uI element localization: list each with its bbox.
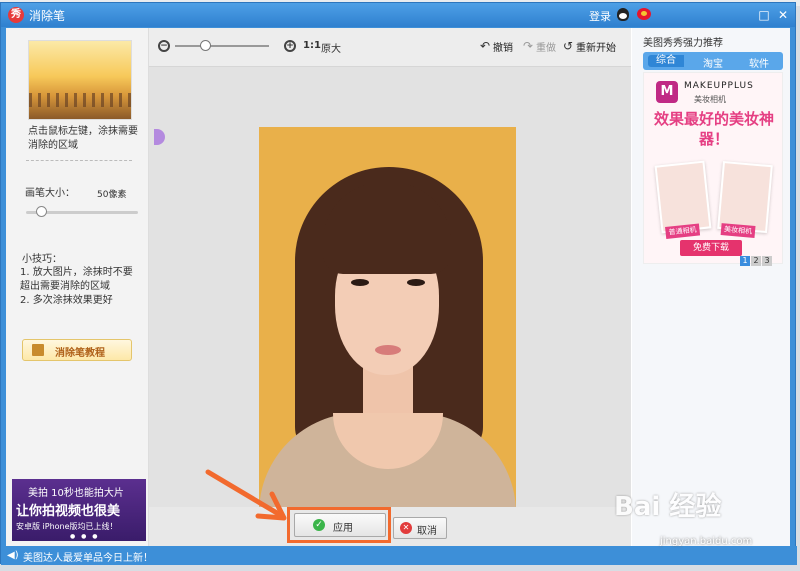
eraser-window: 秀 消除笔 登录 □ ✕ 点击鼠标左键，涂抹需要消除的区域 画笔大小： 50像素… (0, 2, 797, 565)
redo-icon[interactable]: ↷ (523, 39, 533, 53)
pointer-arrow (205, 469, 287, 521)
zoom-slider[interactable] (175, 45, 269, 47)
brush-size-slider-handle[interactable] (36, 206, 48, 217)
status-bar: ◀) 美图达人最爱单品今日上新！ (1, 546, 797, 565)
zoom-in-icon[interactable]: + (284, 40, 296, 52)
ad-page-1[interactable]: 1 (740, 256, 750, 266)
ad-page-3[interactable]: 3 (762, 256, 772, 266)
cancel-label: 取消 (417, 526, 437, 537)
content-area: 点击鼠标左键，涂抹需要消除的区域 画笔大小： 50像素 小技巧： 1. 放大图片… (6, 28, 790, 546)
speaker-icon: ◀) (7, 550, 19, 561)
divider (26, 160, 132, 161)
cancel-button[interactable]: ✕ 取消 (393, 517, 447, 539)
recommend-title: 美图秀秀强力推荐 (643, 38, 723, 49)
ad-photo-before: 普通相机 (654, 160, 712, 239)
qq-icon[interactable] (617, 8, 629, 21)
apply-label: 应用 (333, 523, 353, 534)
tab-taobao[interactable]: 淘宝 (703, 55, 723, 70)
book-icon (32, 344, 44, 356)
reset-icon[interactable]: ↺ (563, 39, 573, 53)
makeupplus-ad[interactable]: M MAKEUPPLUS 美妆相机 效果最好的美妆神器！ 普通相机 美妆相机 免… (643, 72, 783, 264)
ad-page-2[interactable]: 2 (751, 256, 761, 266)
photo-eye (351, 279, 369, 286)
actual-size-button[interactable]: 原大 (321, 40, 341, 55)
recommend-tabs: 综合 淘宝 软件 (643, 52, 783, 70)
maximize-icon[interactable]: □ (757, 8, 771, 22)
window-title: 消除笔 (29, 9, 66, 23)
banner-line1: 美拍 10秒也能拍大片 (28, 488, 124, 499)
actual-size-ratio[interactable]: 1:1 (303, 40, 321, 51)
ad-brand: MAKEUPPLUS (684, 81, 754, 91)
toolbar: − + 1:1 原大 ↶ 撤销 ↷ 重做 ↺ 重新开始 (149, 28, 631, 67)
title-bar: 秀 消除笔 登录 □ ✕ (1, 3, 795, 27)
reset-button[interactable]: 重新开始 (576, 39, 616, 54)
ad-photo-after: 美妆相机 (717, 160, 773, 238)
tutorial-label: 消除笔教程 (55, 348, 105, 359)
brush-size-label: 画笔大小： (25, 188, 75, 199)
zoom-slider-handle[interactable] (199, 40, 211, 51)
meitu-app-icon: 秀 (8, 7, 24, 23)
right-panel: 美图秀秀强力推荐 综合 淘宝 软件 M MAKEUPPLUS 美妆相机 效果最好… (632, 28, 790, 546)
check-icon: ✓ (313, 519, 325, 531)
free-download-button[interactable]: 免费下载 (680, 240, 742, 256)
apply-button[interactable]: ✓ 应用 (294, 513, 386, 537)
photo-lips (375, 345, 401, 355)
login-link[interactable]: 登录 (589, 8, 611, 24)
eraser-tutorial-button[interactable]: 消除笔教程 (22, 339, 132, 361)
side-expand-tab[interactable] (154, 129, 165, 145)
brush-size-value: 50像素 (97, 190, 127, 200)
edit-canvas[interactable] (149, 67, 631, 513)
ad-tag-after: 美妆相机 (720, 223, 756, 238)
ad-tag-before: 普通相机 (665, 223, 701, 239)
tab-general[interactable]: 综合 (648, 55, 684, 67)
tips-title: 小技巧： (22, 254, 62, 265)
undo-button[interactable]: 撤销 (493, 39, 513, 54)
ad-pager: 123 (739, 253, 772, 266)
portrait-photo[interactable] (259, 127, 516, 513)
close-icon[interactable]: ✕ (776, 8, 790, 22)
tip-item: 1. 放大图片，涂抹时不要超出需要消除的区域 (20, 267, 133, 292)
cancel-x-icon: ✕ (400, 522, 412, 534)
meipai-banner-ad[interactable]: 美拍 10秒也能拍大片 让你拍视频也很美 安卓版 iPhone版均已上线！ ● … (12, 479, 146, 541)
weibo-icon[interactable] (637, 8, 651, 20)
left-panel: 点击鼠标左键，涂抹需要消除的区域 画笔大小： 50像素 小技巧： 1. 放大图片… (6, 28, 149, 546)
photo-eye (407, 279, 425, 286)
banner-pager-dots[interactable]: ● ● ● (70, 533, 100, 540)
eraser-preview-thumbnail (28, 40, 132, 120)
eraser-hint: 点击鼠标左键，涂抹需要消除的区域 (28, 126, 138, 151)
undo-icon[interactable]: ↶ (480, 39, 490, 53)
ad-brand-cn: 美妆相机 (694, 95, 726, 104)
banner-line2: 让你拍视频也很美 (16, 504, 121, 519)
tip-item: 2. 多次涂抹效果更好 (20, 295, 113, 306)
banner-line3: 安卓版 iPhone版均已上线！ (16, 522, 118, 531)
baidu-watermark-url: jingyan.baidu.com (660, 536, 753, 547)
baidu-watermark: Bai 经验 (614, 492, 722, 522)
zoom-out-icon[interactable]: − (158, 40, 170, 52)
ad-slogan: 效果最好的美妆神器！ (654, 110, 775, 148)
redo-button[interactable]: 重做 (536, 39, 556, 54)
makeupplus-logo-icon: M (656, 81, 678, 103)
status-text[interactable]: 美图达人最爱单品今日上新！ (23, 549, 153, 564)
tab-software[interactable]: 软件 (749, 55, 769, 70)
